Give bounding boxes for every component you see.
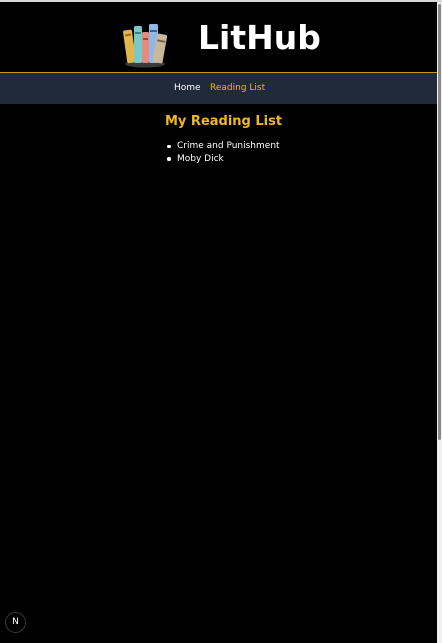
nav-link-home[interactable]: Home xyxy=(174,83,201,94)
site-header: LitHub xyxy=(0,2,437,73)
main-nav: Home Reading List xyxy=(0,73,437,104)
reading-list: Crime and Punishment Moby Dick xyxy=(165,140,280,165)
vertical-scrollbar-thumb[interactable] xyxy=(438,4,441,440)
site-title: LitHub xyxy=(198,18,321,57)
books-icon xyxy=(123,24,168,68)
reading-list-item: Moby Dick xyxy=(165,153,280,166)
page: LitHub Home Reading List My Reading List… xyxy=(0,0,442,643)
nav-link-reading-list[interactable]: Reading List xyxy=(210,83,265,94)
reading-list-item: Crime and Punishment xyxy=(165,140,280,153)
nextjs-icon[interactable]: N xyxy=(5,612,26,633)
page-heading: My Reading List xyxy=(165,114,283,129)
